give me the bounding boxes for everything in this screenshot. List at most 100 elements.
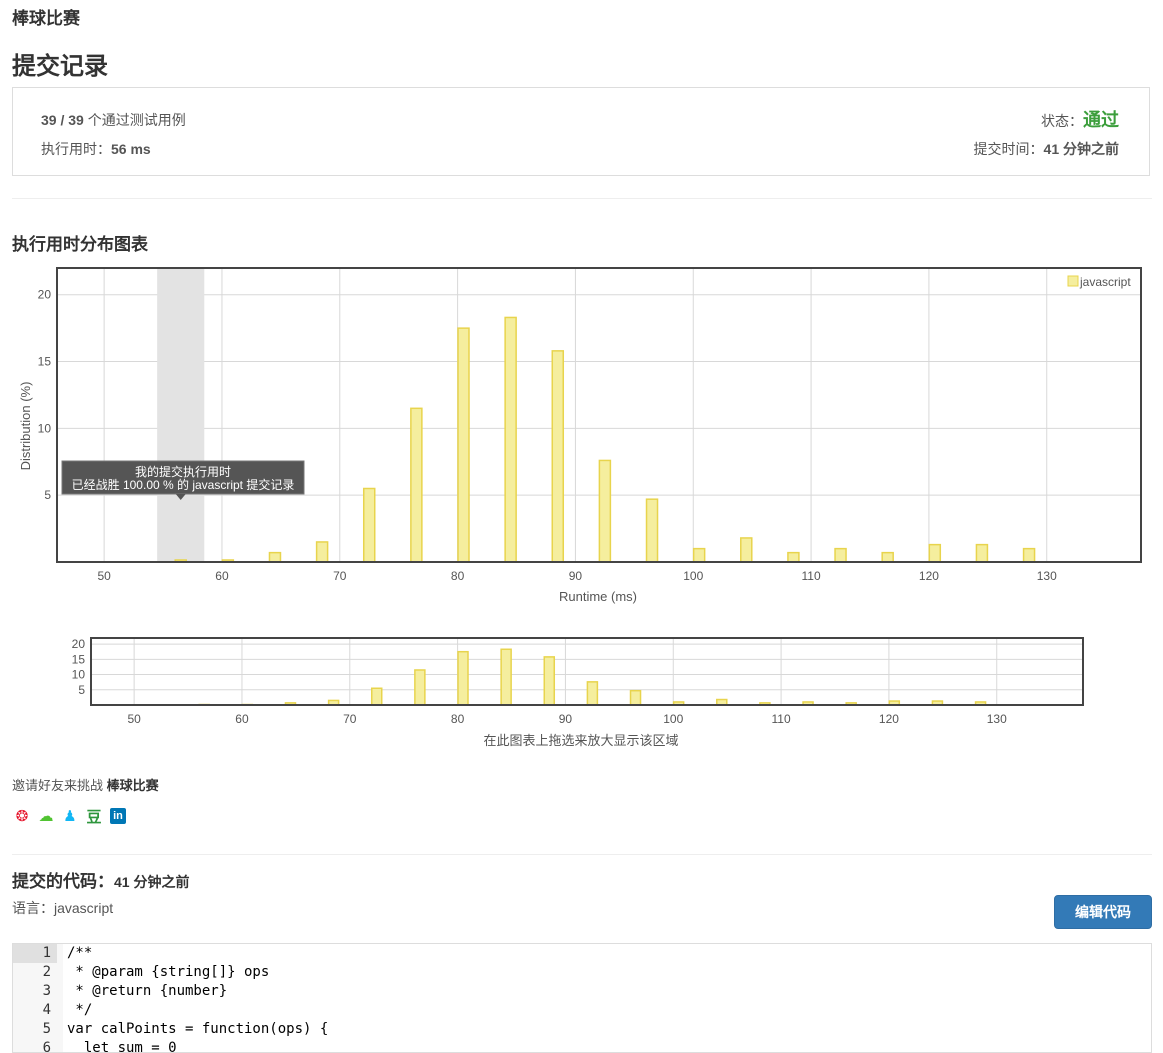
line-number: 5: [42, 1021, 51, 1037]
code-line[interactable]: 5 var calPoints = function(ops) {: [13, 1020, 1151, 1039]
code-line[interactable]: 4 */: [13, 1001, 1151, 1020]
main-bar[interactable]: [410, 407, 423, 563]
navigator-x-tick-label: 100: [663, 712, 683, 726]
navigator-bar[interactable]: [370, 687, 383, 706]
edit-code-button[interactable]: 编辑代码: [1054, 895, 1152, 929]
divider: [12, 198, 1152, 199]
code-line[interactable]: 2 * @param {string[]} ops: [13, 963, 1151, 982]
code-line[interactable]: 3 * @return {number}: [13, 982, 1151, 1001]
tooltip-line-1: 我的提交执行用时: [135, 464, 231, 479]
line-number: 1: [13, 944, 57, 963]
y-axis-title: Distribution (%): [18, 382, 33, 471]
main-bar[interactable]: [268, 551, 282, 563]
legend[interactable]: javascript: [1067, 275, 1131, 289]
invite-text: 邀请好友来挑战 棒球比赛: [12, 775, 159, 794]
navigator-y-tick-label: 15: [72, 652, 86, 666]
main-x-tick-label: 130: [1037, 569, 1057, 583]
navigator-y-tick-label: 10: [72, 668, 86, 682]
main-bar[interactable]: [598, 459, 612, 563]
navigator-bar[interactable]: [586, 681, 599, 706]
code-text: var calPoints = function(ops) {: [67, 1021, 329, 1037]
invite-problem[interactable]: 棒球比赛: [107, 778, 159, 793]
x-axis-title: Runtime (ms): [559, 589, 637, 604]
main-bar[interactable]: [740, 537, 753, 563]
main-bar[interactable]: [834, 547, 847, 563]
navigator-x-tick-label: 90: [559, 712, 573, 726]
runtime-distribution-chart[interactable]: 5 10 15 20 50 60 70 80 90 100 110 120 130 Distributi…: [0, 258, 1163, 608]
status-value: 通过: [1083, 110, 1119, 130]
code-submit-time: 41 分钟之前: [114, 874, 190, 890]
navigator-bar[interactable]: [457, 650, 469, 706]
my-runtime-tooltip: 我的提交执行用时已经战胜 100.00 % 的 javascript 提交记录: [61, 460, 305, 500]
line-number: 4: [42, 1002, 51, 1018]
main-bar[interactable]: [457, 327, 470, 563]
main-y-tick-label: 5: [44, 488, 51, 502]
navigator-x-tick-label: 80: [451, 712, 465, 726]
testcases-suffix: 个通过测试用例: [83, 112, 186, 128]
main-bar[interactable]: [787, 551, 800, 563]
line-number: 2: [42, 964, 51, 980]
runtime-value: 56 ms: [111, 141, 151, 157]
status: 状态：通过: [1041, 106, 1119, 132]
chart-section-title: 执行用时分布图表: [12, 235, 148, 254]
main-bar[interactable]: [692, 547, 706, 563]
code-line[interactable]: 6 let sum = 0: [13, 1039, 1151, 1053]
main-bar[interactable]: [975, 543, 989, 563]
main-x-tick-label: 50: [97, 569, 111, 583]
navigator-bar[interactable]: [414, 669, 426, 706]
navigator-bar[interactable]: [500, 648, 512, 706]
main-x-tick-label: 110: [802, 569, 821, 583]
navigator-chart[interactable]: 510 1520 50 60 70 80 90 100 110 120 130 在此图表上拖选来放大…: [0, 630, 1163, 750]
linkedin-icon[interactable]: in: [110, 808, 126, 824]
code-text: * @param {string[]} ops: [67, 964, 270, 980]
main-y-tick-label: 10: [38, 421, 52, 435]
code-text: /**: [67, 945, 93, 961]
douban-icon[interactable]: 豆: [84, 806, 104, 826]
main-x-tick-label: 100: [683, 569, 703, 583]
main-bar[interactable]: [928, 543, 942, 563]
navigator-bar[interactable]: [543, 656, 556, 706]
tooltip-line-2: 已经战胜 100.00 % 的 javascript 提交记录: [72, 477, 295, 492]
qq-icon[interactable]: ♟: [60, 806, 80, 826]
code-section-title: 提交的代码：41 分钟之前: [12, 867, 189, 892]
main-y-tick-label: 20: [38, 288, 52, 302]
navigator-x-tick-label: 60: [235, 712, 249, 726]
submit-time: 提交时间：41 分钟之前: [974, 139, 1119, 159]
status-label: 状态：: [1041, 113, 1083, 129]
language-label: 语言：: [12, 900, 54, 916]
code-line[interactable]: 1 /**: [13, 944, 1151, 963]
main-x-tick-label: 90: [569, 569, 583, 583]
code-text: */: [67, 1002, 93, 1018]
testcases-count: 39 / 39: [41, 112, 84, 128]
code-editor[interactable]: 1/** 2 * @param {string[]} ops 3 * @return…: [12, 943, 1152, 1053]
submit-time-label: 提交时间：: [973, 141, 1044, 157]
main-bar[interactable]: [1022, 547, 1036, 563]
wechat-icon[interactable]: ☁: [36, 806, 56, 826]
code-title-label: 提交的代码：: [12, 872, 114, 891]
legend-swatch: [1067, 275, 1079, 287]
code-text: * @return {number}: [67, 983, 228, 999]
navigator-y-tick-label: 20: [72, 637, 86, 651]
main-x-tick-label: 60: [215, 569, 229, 583]
navigator-x-tick-label: 120: [879, 712, 899, 726]
code-text: let sum = 0: [67, 1040, 177, 1053]
main-x-tick-label: 120: [919, 569, 939, 583]
main-bar[interactable]: [362, 487, 376, 563]
navigator-plot-area: 510 1520 50 60 70 80 90 100 110 120 130: [72, 637, 1084, 726]
navigator-bar[interactable]: [629, 689, 642, 706]
main-bar[interactable]: [645, 498, 659, 563]
main-x-tick-label: 70: [333, 569, 347, 583]
navigator-y-tick-label: 5: [78, 683, 85, 697]
main-bar[interactable]: [551, 350, 565, 563]
main-plot-area: 5 10 15 20 50 60 70 80 90 100 110 120 130: [38, 267, 1142, 583]
runtime: 执行用时：56 ms: [41, 139, 151, 159]
problem-title[interactable]: 棒球比赛: [12, 4, 80, 29]
main-y-tick-label: 15: [38, 355, 52, 369]
submit-time-value: 41 分钟之前: [1043, 141, 1119, 157]
main-bar[interactable]: [881, 551, 894, 563]
main-bar[interactable]: [315, 541, 329, 563]
runtime-label: 执行用时：: [41, 141, 111, 157]
weibo-icon[interactable]: ❂: [12, 806, 32, 826]
main-bar[interactable]: [504, 316, 517, 563]
language-value: javascript: [54, 900, 114, 916]
